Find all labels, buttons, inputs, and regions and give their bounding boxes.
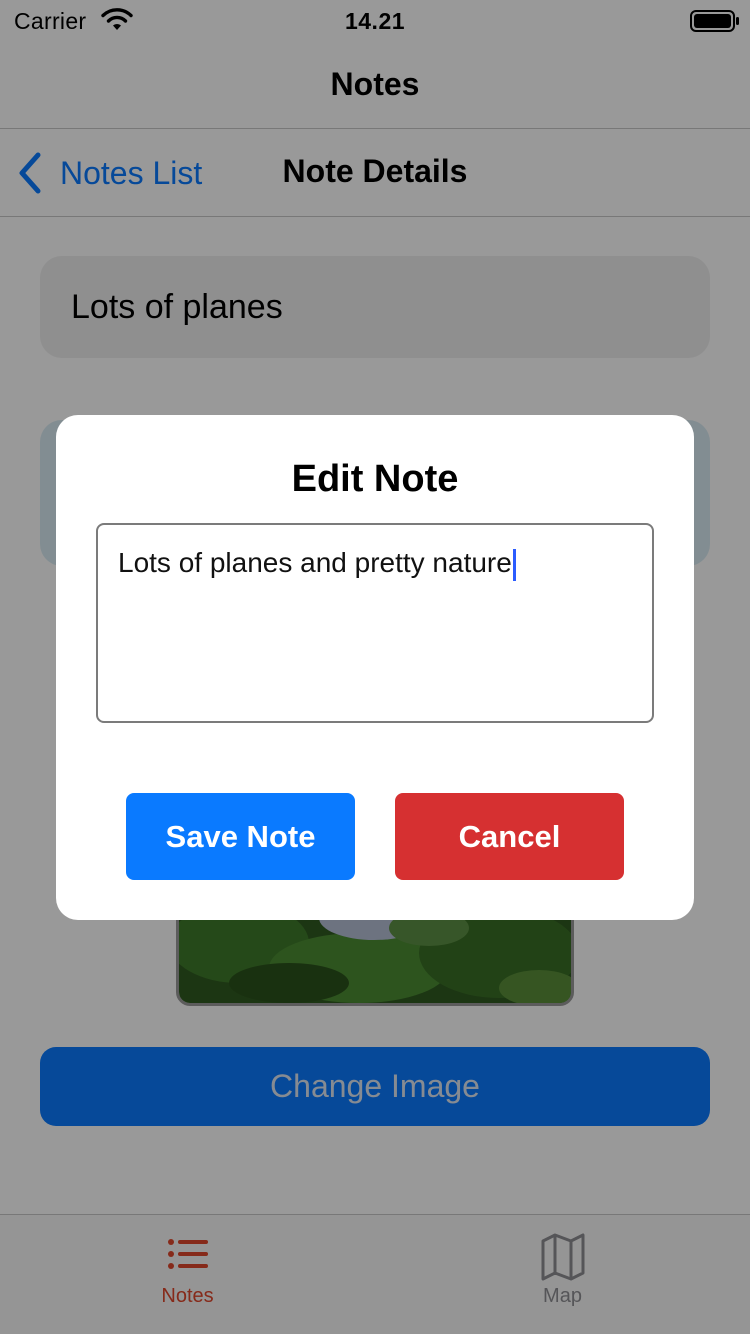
note-text-input[interactable]: Lots of planes and pretty nature bbox=[96, 523, 654, 723]
screen: Carrier 14.21 Notes Notes List Note Deta… bbox=[0, 0, 750, 1334]
note-text-value: Lots of planes and pretty nature bbox=[118, 547, 516, 581]
text-caret bbox=[512, 548, 516, 581]
cancel-label: Cancel bbox=[458, 818, 561, 854]
modal-title: Edit Note bbox=[291, 458, 459, 500]
cancel-button[interactable]: Cancel bbox=[395, 793, 624, 880]
save-note-label: Save Note bbox=[165, 818, 316, 854]
save-note-button[interactable]: Save Note bbox=[126, 793, 355, 880]
